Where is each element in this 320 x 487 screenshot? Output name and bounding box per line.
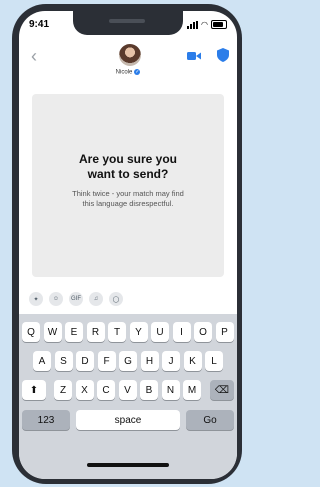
key-j[interactable]: J	[162, 351, 180, 371]
signal-icon	[187, 20, 199, 29]
space-key[interactable]: space	[76, 410, 180, 430]
battery-icon	[211, 20, 227, 29]
key-g[interactable]: G	[119, 351, 137, 371]
verified-icon: ✓	[134, 69, 141, 75]
key-h[interactable]: H	[140, 351, 159, 371]
wifi-icon: ◠	[201, 19, 208, 29]
key-f[interactable]: F	[97, 351, 116, 371]
key-i[interactable]: I	[172, 322, 191, 342]
key-y[interactable]: Y	[129, 322, 148, 342]
key-k[interactable]: K	[183, 351, 202, 371]
go-key[interactable]: Go	[186, 410, 234, 430]
warning-card: Are you sure you want to send? Think twi…	[32, 94, 224, 277]
home-indicator	[87, 463, 169, 467]
warning-body: Think twice - your match may find this l…	[50, 189, 206, 209]
shift-key[interactable]: ⬆	[22, 380, 46, 400]
app-bar: ✦ ☺ GIF ♫ ◯	[29, 292, 123, 306]
notch	[73, 11, 183, 35]
key-u[interactable]: U	[151, 322, 169, 342]
warning-body-line1: Think twice - your match may find	[72, 189, 184, 198]
sticker-icon[interactable]: ☺	[49, 292, 63, 306]
speaker	[109, 19, 145, 23]
key-l[interactable]: L	[205, 351, 223, 371]
key-v[interactable]: V	[118, 380, 137, 400]
status-time: 9:41	[29, 19, 50, 30]
warning-body-line2: this language disrespectful.	[82, 199, 174, 208]
contact-name-label: Nicole	[115, 69, 133, 76]
key-t[interactable]: T	[108, 322, 126, 342]
key-s[interactable]: S	[54, 351, 73, 371]
key-w[interactable]: W	[43, 322, 62, 342]
keyboard: Q W E R T Y U I O P A S D F G H J K L ⬆ Z X C V B N M ⌫ 123 space Go	[19, 314, 237, 479]
key-r[interactable]: R	[86, 322, 105, 342]
circle-app-icon[interactable]: ◯	[109, 292, 123, 306]
key-b[interactable]: B	[140, 380, 158, 400]
key-a[interactable]: A	[33, 351, 51, 371]
key-n[interactable]: N	[161, 380, 180, 400]
phone-screen: 9:41 ◠ ‹ Nicole ✓ Are you sure you want t…	[19, 11, 237, 479]
shield-icon[interactable]	[217, 48, 229, 62]
numbers-key[interactable]: 123	[22, 410, 70, 430]
music-icon[interactable]: ♫	[89, 292, 103, 306]
key-p[interactable]: P	[215, 322, 234, 342]
avatar[interactable]	[119, 44, 141, 66]
delete-key[interactable]: ⌫	[210, 380, 234, 400]
gif-icon[interactable]: GIF	[69, 292, 83, 306]
key-z[interactable]: Z	[54, 380, 72, 400]
key-c[interactable]: C	[97, 380, 115, 400]
warning-title: Are you sure you want to send?	[32, 152, 224, 182]
key-m[interactable]: M	[183, 380, 201, 400]
key-e[interactable]: E	[65, 322, 83, 342]
key-x[interactable]: X	[75, 380, 94, 400]
status-icons: ◠	[187, 20, 227, 29]
key-q[interactable]: Q	[22, 322, 40, 342]
warning-title-line2: want to send?	[87, 167, 169, 181]
app-store-icon[interactable]: ✦	[29, 292, 43, 306]
key-d[interactable]: D	[76, 351, 94, 371]
video-call-icon[interactable]	[187, 51, 201, 61]
back-button[interactable]: ‹	[31, 47, 37, 65]
key-o[interactable]: O	[194, 322, 212, 342]
warning-title-line1: Are you sure you	[78, 152, 178, 166]
contact-name: Nicole ✓	[19, 69, 237, 76]
